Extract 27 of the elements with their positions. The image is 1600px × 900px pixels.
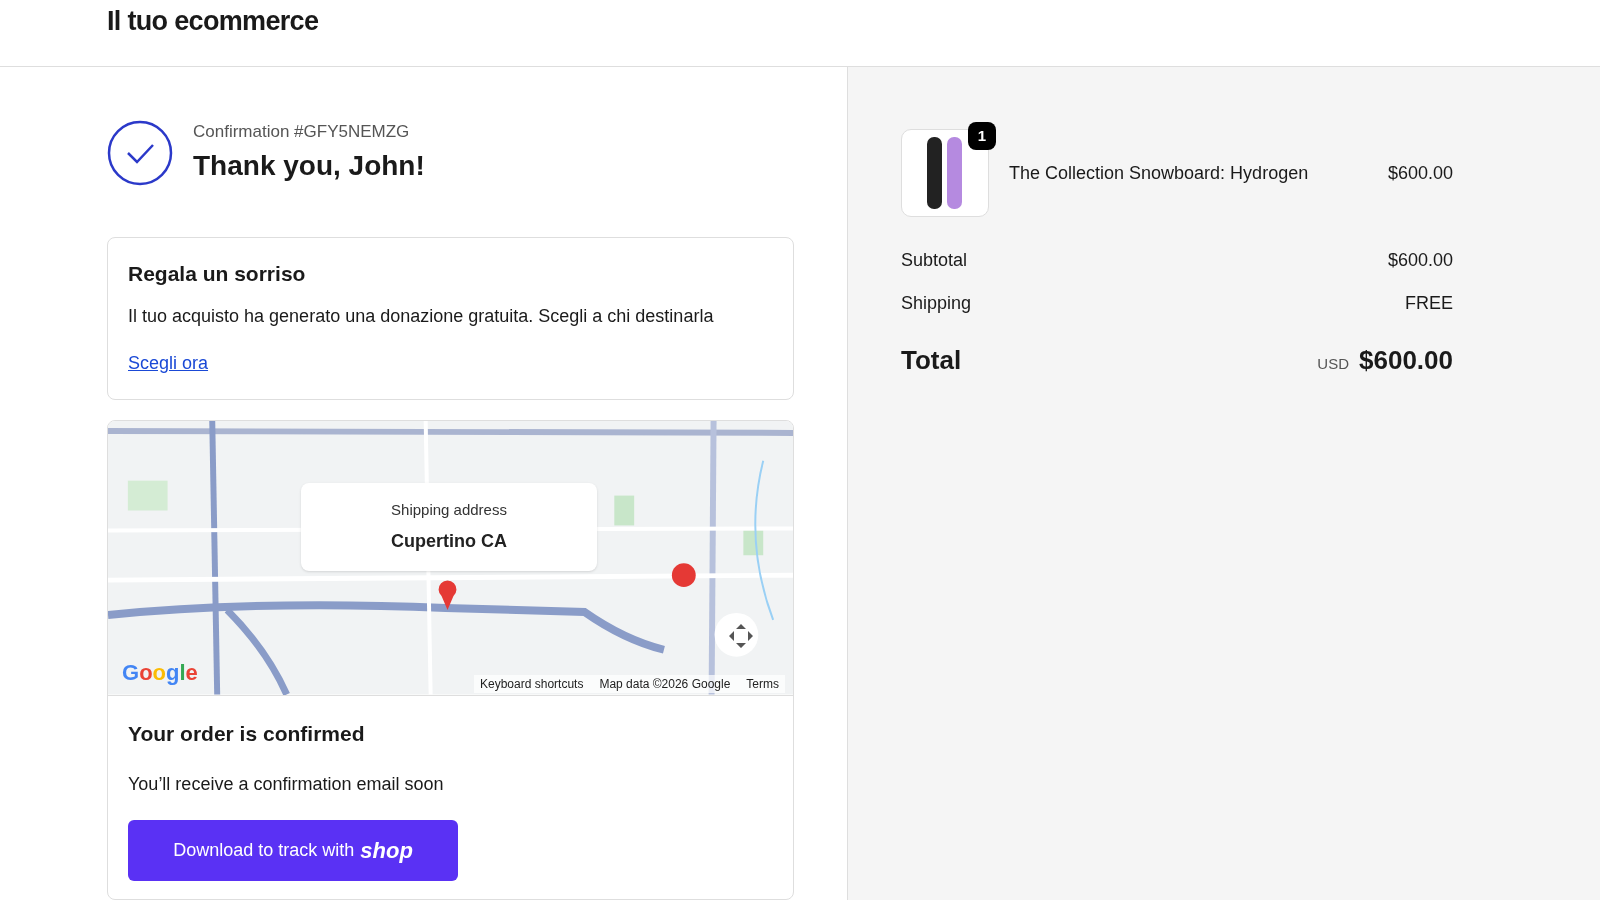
total-label: Total	[901, 344, 962, 377]
product-name: The Collection Snowboard: Hydrogen	[1009, 161, 1310, 185]
order-status-title: Your order is confirmed	[128, 720, 366, 747]
store-title: Il tuo ecommerce	[107, 4, 319, 38]
map-footer-link[interactable]: Map data ©2026 Google	[599, 674, 731, 693]
choose-now-link[interactable]: Scegli ora	[128, 350, 209, 377]
thank-you-heading: Thank you, John!	[193, 148, 425, 183]
total-value: $600.00	[1359, 344, 1453, 377]
popup-value: Cupertino CA	[391, 529, 507, 553]
currency-code: USD	[1317, 354, 1349, 374]
map-logo: Google	[122, 658, 198, 687]
checkmark-icon	[107, 119, 173, 186]
summary-value: $600.00	[1387, 249, 1453, 272]
snowboard-icon	[925, 137, 965, 209]
popup-label: Shipping address	[391, 500, 507, 521]
order-status-text: You’ll receive a confirmation email soon	[128, 773, 445, 796]
confirmation-number: Confirmation #GFY5NEMZG	[193, 121, 411, 143]
product-price: $600.00	[1387, 161, 1453, 185]
summary-value: FREE	[1405, 292, 1453, 315]
donation-title: Regala un sorriso	[128, 260, 307, 287]
map-footer-link[interactable]: Keyboard shortcuts	[480, 674, 584, 693]
quantity-badge: 1	[968, 122, 996, 150]
map-footer-link[interactable]: Terms	[746, 674, 779, 693]
summary-label: Subtotal	[901, 249, 968, 272]
download-shop-button[interactable]: Download to track with shop	[128, 820, 458, 881]
donation-text: Il tuo acquisto ha generato una donazione gratuita. Scegli a chi destinarla	[128, 305, 715, 328]
summary-label: Shipping	[901, 292, 972, 315]
